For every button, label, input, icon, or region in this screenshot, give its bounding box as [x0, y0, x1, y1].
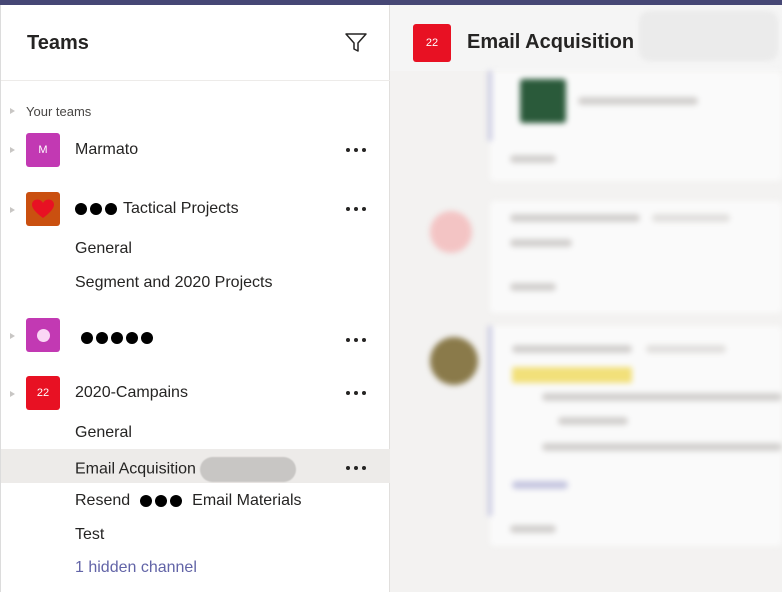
- team-expand-icon[interactable]: [10, 332, 16, 340]
- redacted-dots: [81, 331, 153, 344]
- team-avatar: [26, 192, 60, 226]
- hidden-channels-link[interactable]: 1 hidden channel: [75, 559, 197, 577]
- more-options-icon[interactable]: [344, 142, 368, 158]
- redacted-dots: [140, 494, 183, 507]
- redacted-header-area: [639, 11, 778, 61]
- team-avatar: [26, 318, 60, 352]
- team-avatar: 22: [26, 376, 60, 410]
- channel-test[interactable]: Test: [75, 526, 104, 544]
- channel-title: Email Acquisition: [467, 31, 635, 53]
- team-2020-campains[interactable]: 22 2020-Campains: [1, 368, 390, 418]
- channel-resend[interactable]: Resend Email Materials: [75, 492, 302, 510]
- more-options-icon[interactable]: [344, 332, 368, 348]
- more-options-icon[interactable]: [344, 385, 368, 401]
- more-options-icon[interactable]: [344, 201, 368, 217]
- team-expand-icon[interactable]: [10, 146, 16, 154]
- channel-header: 22 Email Acquisition: [390, 5, 782, 71]
- filter-icon[interactable]: [344, 32, 368, 54]
- team-redacted[interactable]: [1, 310, 390, 360]
- team-name: 2020-Campains: [75, 384, 188, 401]
- redacted-pill: [199, 457, 296, 482]
- channel-general[interactable]: General: [75, 424, 132, 442]
- channel-general[interactable]: General: [75, 240, 132, 258]
- team-name: Marmato: [75, 141, 139, 158]
- sidebar-header: Teams: [1, 5, 390, 81]
- channel-email-acquisition[interactable]: Email Acquisition: [75, 457, 296, 482]
- heart-icon: [32, 199, 54, 218]
- channel-team-avatar: 22: [413, 24, 451, 62]
- section-caret-icon[interactable]: [10, 107, 16, 115]
- team-expand-icon[interactable]: [10, 390, 16, 398]
- team-tactical-projects[interactable]: Tactical Projects: [1, 185, 390, 235]
- team-name: [75, 329, 159, 347]
- team-marmato[interactable]: M Marmato: [1, 125, 390, 175]
- channel-segment-2020-projects[interactable]: Segment and 2020 Projects: [75, 274, 272, 292]
- channel-main-pane: 22 Email Acquisition: [390, 5, 782, 592]
- sidebar-title: Teams: [27, 32, 89, 54]
- teams-sidebar: Teams Your teams M Marmato Tactical Proj…: [0, 5, 390, 592]
- redacted-dots: [75, 202, 117, 215]
- team-expand-icon[interactable]: [10, 206, 16, 214]
- more-options-icon[interactable]: [344, 460, 368, 476]
- section-label-your-teams: Your teams: [26, 104, 92, 119]
- team-name: Tactical Projects: [75, 200, 239, 218]
- blurred-conversation: [390, 71, 782, 592]
- team-avatar: M: [26, 133, 60, 167]
- circle-icon: [36, 328, 50, 342]
